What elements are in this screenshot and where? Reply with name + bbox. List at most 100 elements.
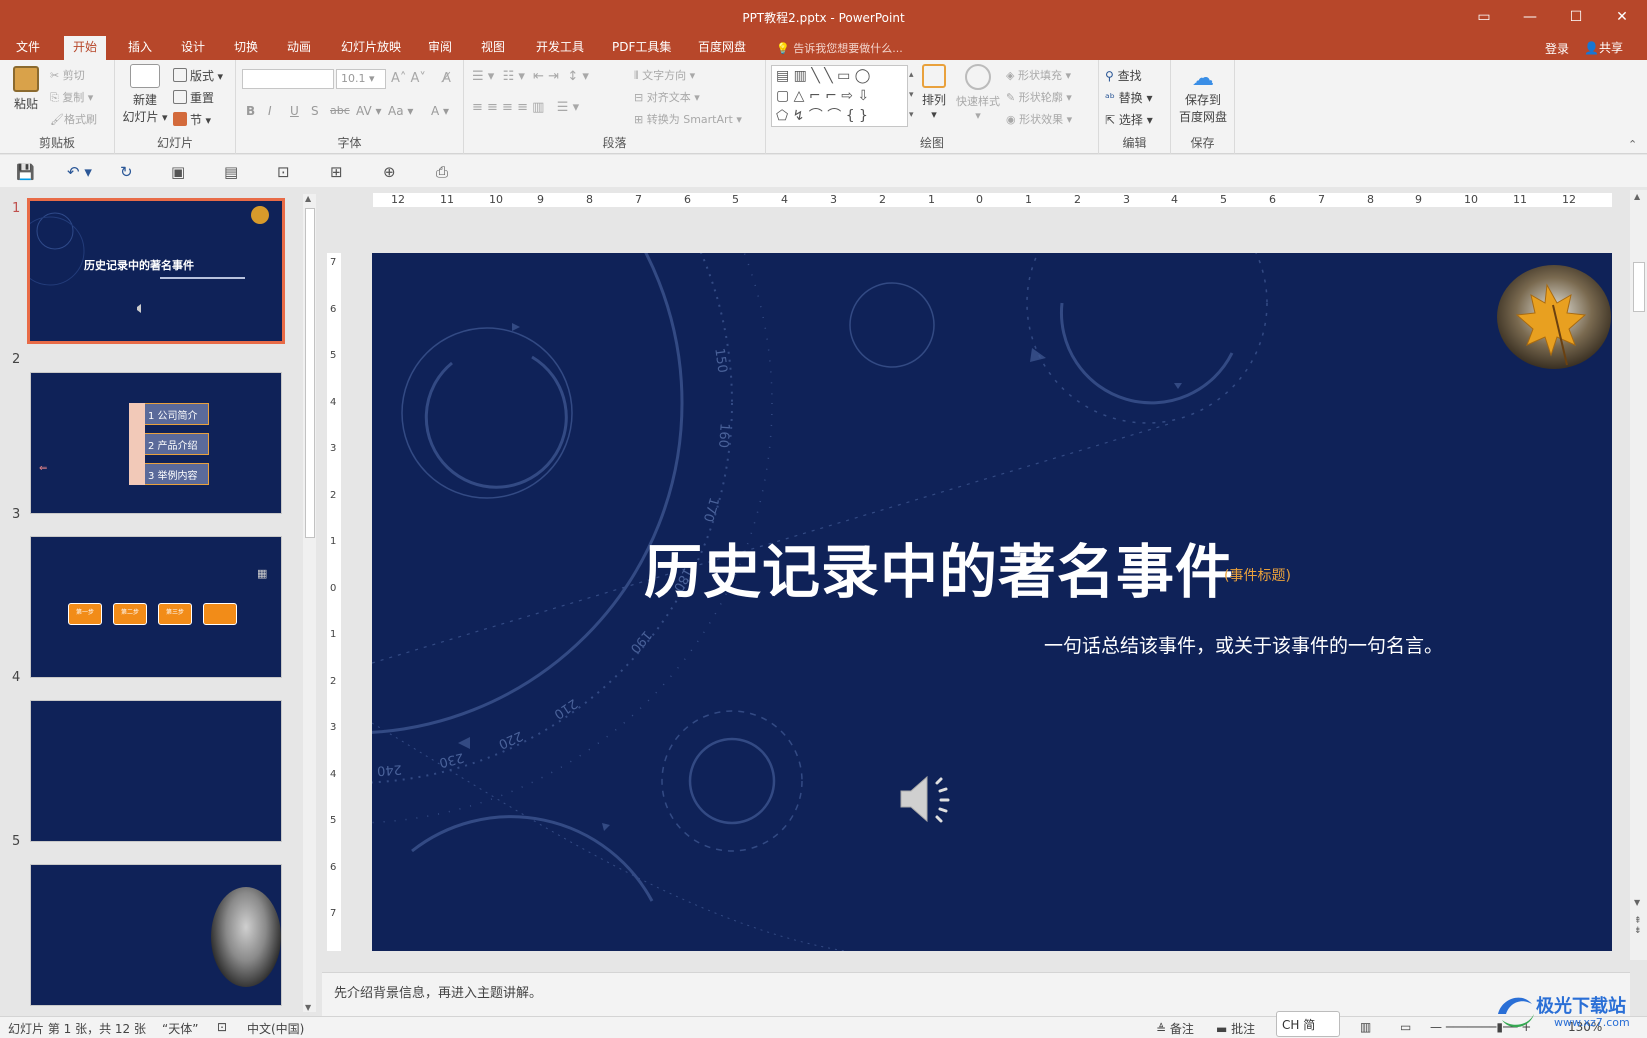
ruler-tick-label: 8 — [586, 193, 593, 206]
reading-view-icon[interactable]: ▥ — [1360, 1020, 1371, 1034]
gallery-scroll[interactable]: ▴ ▾ ▾ — [909, 65, 914, 125]
section-button[interactable]: 节 ▾ — [173, 111, 211, 128]
layout-button[interactable]: 版式 ▾ — [173, 67, 223, 84]
scroll-down-arrow[interactable]: ▼ — [305, 1003, 311, 1012]
notes-text[interactable]: 先介绍背景信息，再进入主题讲解。 — [334, 982, 542, 1001]
tab-review[interactable]: 审阅 — [419, 34, 461, 60]
tab-pdf-tools[interactable]: PDF工具集 — [603, 34, 680, 60]
main-scroll-down-arrow[interactable]: ▼ — [1634, 898, 1640, 907]
speaker-icon[interactable] — [897, 769, 957, 832]
tab-design[interactable]: 设计 — [172, 34, 214, 60]
tab-file[interactable]: 文件 — [7, 34, 49, 60]
slide-scrollbar-thumb[interactable] — [1633, 262, 1645, 312]
theme-name: “天体” — [162, 1022, 199, 1036]
bold-icon[interactable]: B — [246, 104, 255, 118]
close-button[interactable]: ✕ — [1599, 0, 1645, 34]
font-size-combo[interactable]: 10.1 ▾ — [336, 69, 386, 89]
comments-toggle[interactable]: ▬ 批注 — [1216, 1020, 1255, 1037]
main-scroll-up-arrow[interactable]: ▲ — [1634, 192, 1640, 201]
shapes-gallery[interactable]: ▤ ▥ ╲ ╲ ▭ ◯ ▢ △ ⌐ ⌐ ⇨ ⇩ ⬠ ↯ ⌒ ⌒ { } — [771, 65, 908, 127]
slide-title[interactable]: 历史记录中的著名事件 — [644, 525, 1234, 609]
prev-next-slide-icon[interactable]: ⇞ ⇟ — [1634, 916, 1642, 936]
italic-icon[interactable]: I — [268, 104, 272, 118]
cut-button[interactable]: ✂ 剪切 — [50, 67, 85, 83]
quick-styles-button[interactable]: 快速样式 ▾ — [954, 64, 1002, 122]
font-color-icon[interactable]: A ▾ — [431, 104, 449, 118]
ruler-tick-label: 1 — [330, 536, 337, 547]
tab-animations[interactable]: 动画 — [278, 34, 320, 60]
align-text-button[interactable]: ⊟ 对齐文本 ▾ — [634, 89, 700, 105]
slide-thumbnail-5[interactable] — [30, 864, 282, 1006]
tell-me-search[interactable]: 💡 告诉我您想要做什么... — [776, 40, 903, 56]
new-slide-qat-icon[interactable]: ▣ — [171, 163, 185, 181]
change-case-icon[interactable]: Aa ▾ — [388, 104, 413, 118]
notes-pane[interactable]: 先介绍背景信息，再进入主题讲解。 — [322, 972, 1630, 1016]
select-button[interactable]: ⇱ 选择 ▾ — [1105, 111, 1153, 128]
print-qat-icon[interactable]: ⎙ — [436, 163, 448, 181]
shape-outline-button[interactable]: ✎ 形状轮廓 ▾ — [1006, 89, 1072, 105]
smartart-button[interactable]: ⊞ 转换为 SmartArt ▾ — [634, 111, 742, 127]
autumn-leaf-picture[interactable] — [1497, 265, 1611, 369]
underline-icon[interactable]: U — [290, 104, 299, 118]
increase-font-icon[interactable]: A˄ A˅ — [391, 71, 426, 86]
undo-icon[interactable]: ↶ ▾ — [67, 163, 92, 181]
tab-home[interactable]: 开始 — [64, 36, 107, 60]
notes-toggle[interactable]: ≜ 备注 — [1156, 1020, 1194, 1037]
text-direction-icon: ⫴ — [634, 69, 639, 82]
slide-thumbnail-2[interactable]: 1 公司简介 2 产品介绍 3 举例内容 ⇐ — [30, 372, 282, 514]
tab-slideshow[interactable]: 幻灯片放映 — [332, 34, 410, 60]
align-icons[interactable]: ≡ ≡ ≡ ≡ ▥ ☰ ▾ — [472, 100, 579, 115]
tab-insert[interactable]: 插入 — [119, 34, 161, 60]
tab-view[interactable]: 视图 — [472, 34, 514, 60]
text-direction-button[interactable]: ⫴ 文字方向 ▾ — [634, 67, 695, 83]
minimize-button[interactable]: — — [1507, 0, 1553, 34]
slide-thumbnail-1[interactable]: 历史记录中的著名事件 — [27, 198, 285, 344]
slide-thumbnail-4[interactable] — [30, 700, 282, 842]
language[interactable]: 中文(中国) — [247, 1020, 304, 1037]
spell-check-icon[interactable]: ⊡ — [217, 1020, 227, 1034]
login-link[interactable]: 登录 — [1545, 40, 1569, 57]
tab-baidu-netdisk[interactable]: 百度网盘 — [689, 34, 755, 60]
copy-button[interactable]: ⎘ 复制 ▾ — [50, 89, 93, 105]
ruler-tick-label: 5 — [732, 193, 739, 206]
reset-button[interactable]: 重置 — [173, 89, 214, 106]
maximize-button[interactable]: ☐ — [1553, 0, 1599, 34]
redo-icon[interactable]: ↻ — [120, 163, 133, 181]
slide-subtitle[interactable]: 一句话总结该事件，或关于该事件的一句名言。 — [1044, 631, 1443, 658]
portrait-photo — [211, 887, 281, 987]
ime-indicator[interactable]: CH 简 — [1276, 1011, 1340, 1037]
slideshow-view-icon[interactable]: ▭ — [1400, 1020, 1411, 1034]
character-spacing-icon[interactable]: AV ▾ — [356, 104, 382, 118]
tab-developer[interactable]: 开发工具 — [527, 34, 593, 60]
save-icon[interactable]: 💾 — [16, 163, 35, 181]
shape-effects-button[interactable]: ◉ 形状效果 ▾ — [1006, 111, 1072, 127]
share-button[interactable]: 👤共享 — [1584, 39, 1623, 56]
save-to-netdisk-button[interactable]: ☁ 保存到 百度网盘 — [1176, 66, 1230, 125]
thumbnail-scrollbar-thumb[interactable] — [305, 208, 315, 538]
collapse-ribbon-icon[interactable]: ⌃ — [1628, 138, 1637, 151]
ribbon: 粘贴 ✂ 剪切 ⎘ 复制 ▾ 🖌格式刷 剪贴板 新建 幻灯片 ▾ 版式 ▾ 重置… — [0, 60, 1647, 154]
paste-button[interactable]: 粘贴 — [10, 66, 42, 112]
zoom-qat-icon[interactable]: ⊕ — [383, 163, 396, 181]
bullets-icon[interactable]: ☰ ▾ ☷ ▾ ⇤ ⇥ ↕ ▾ — [472, 69, 589, 84]
slide-canvas[interactable]: 150160170180190210220230240250260 历史记录中的… — [372, 253, 1612, 951]
scroll-up-arrow[interactable]: ▲ — [305, 194, 311, 203]
slide-thumbnail-3[interactable]: 第一步 第二步 第三步 ▦ — [30, 536, 282, 678]
new-slide-button[interactable]: 新建 幻灯片 ▾ — [122, 64, 168, 125]
ribbon-display-options-icon[interactable]: ▭ — [1461, 0, 1507, 34]
format-painter-button[interactable]: 🖌格式刷 — [50, 111, 97, 127]
clear-formatting-icon[interactable]: A̸ — [442, 71, 451, 86]
strikethrough-icon[interactable]: abc — [330, 104, 350, 117]
leaf-graphic — [1497, 265, 1611, 369]
replace-button[interactable]: ᵃᵇ 替换 ▾ — [1105, 89, 1153, 106]
slideshow-qat-icon[interactable]: ⊡ — [277, 163, 290, 181]
shadow-icon[interactable]: S — [311, 104, 319, 118]
arrange-button[interactable]: 排列 ▾ — [918, 64, 950, 121]
slide-title-tag[interactable]: (事件标题) — [1224, 565, 1291, 585]
font-name-combo[interactable] — [242, 69, 334, 89]
shape-fill-button[interactable]: ◈ 形状填充 ▾ — [1006, 67, 1071, 83]
tab-transitions[interactable]: 切换 — [225, 34, 267, 60]
presenter-qat-icon[interactable]: ⊞ — [330, 163, 343, 181]
find-button[interactable]: ⚲ 查找 — [1105, 67, 1142, 84]
layout-qat-icon[interactable]: ▤ — [224, 163, 238, 181]
